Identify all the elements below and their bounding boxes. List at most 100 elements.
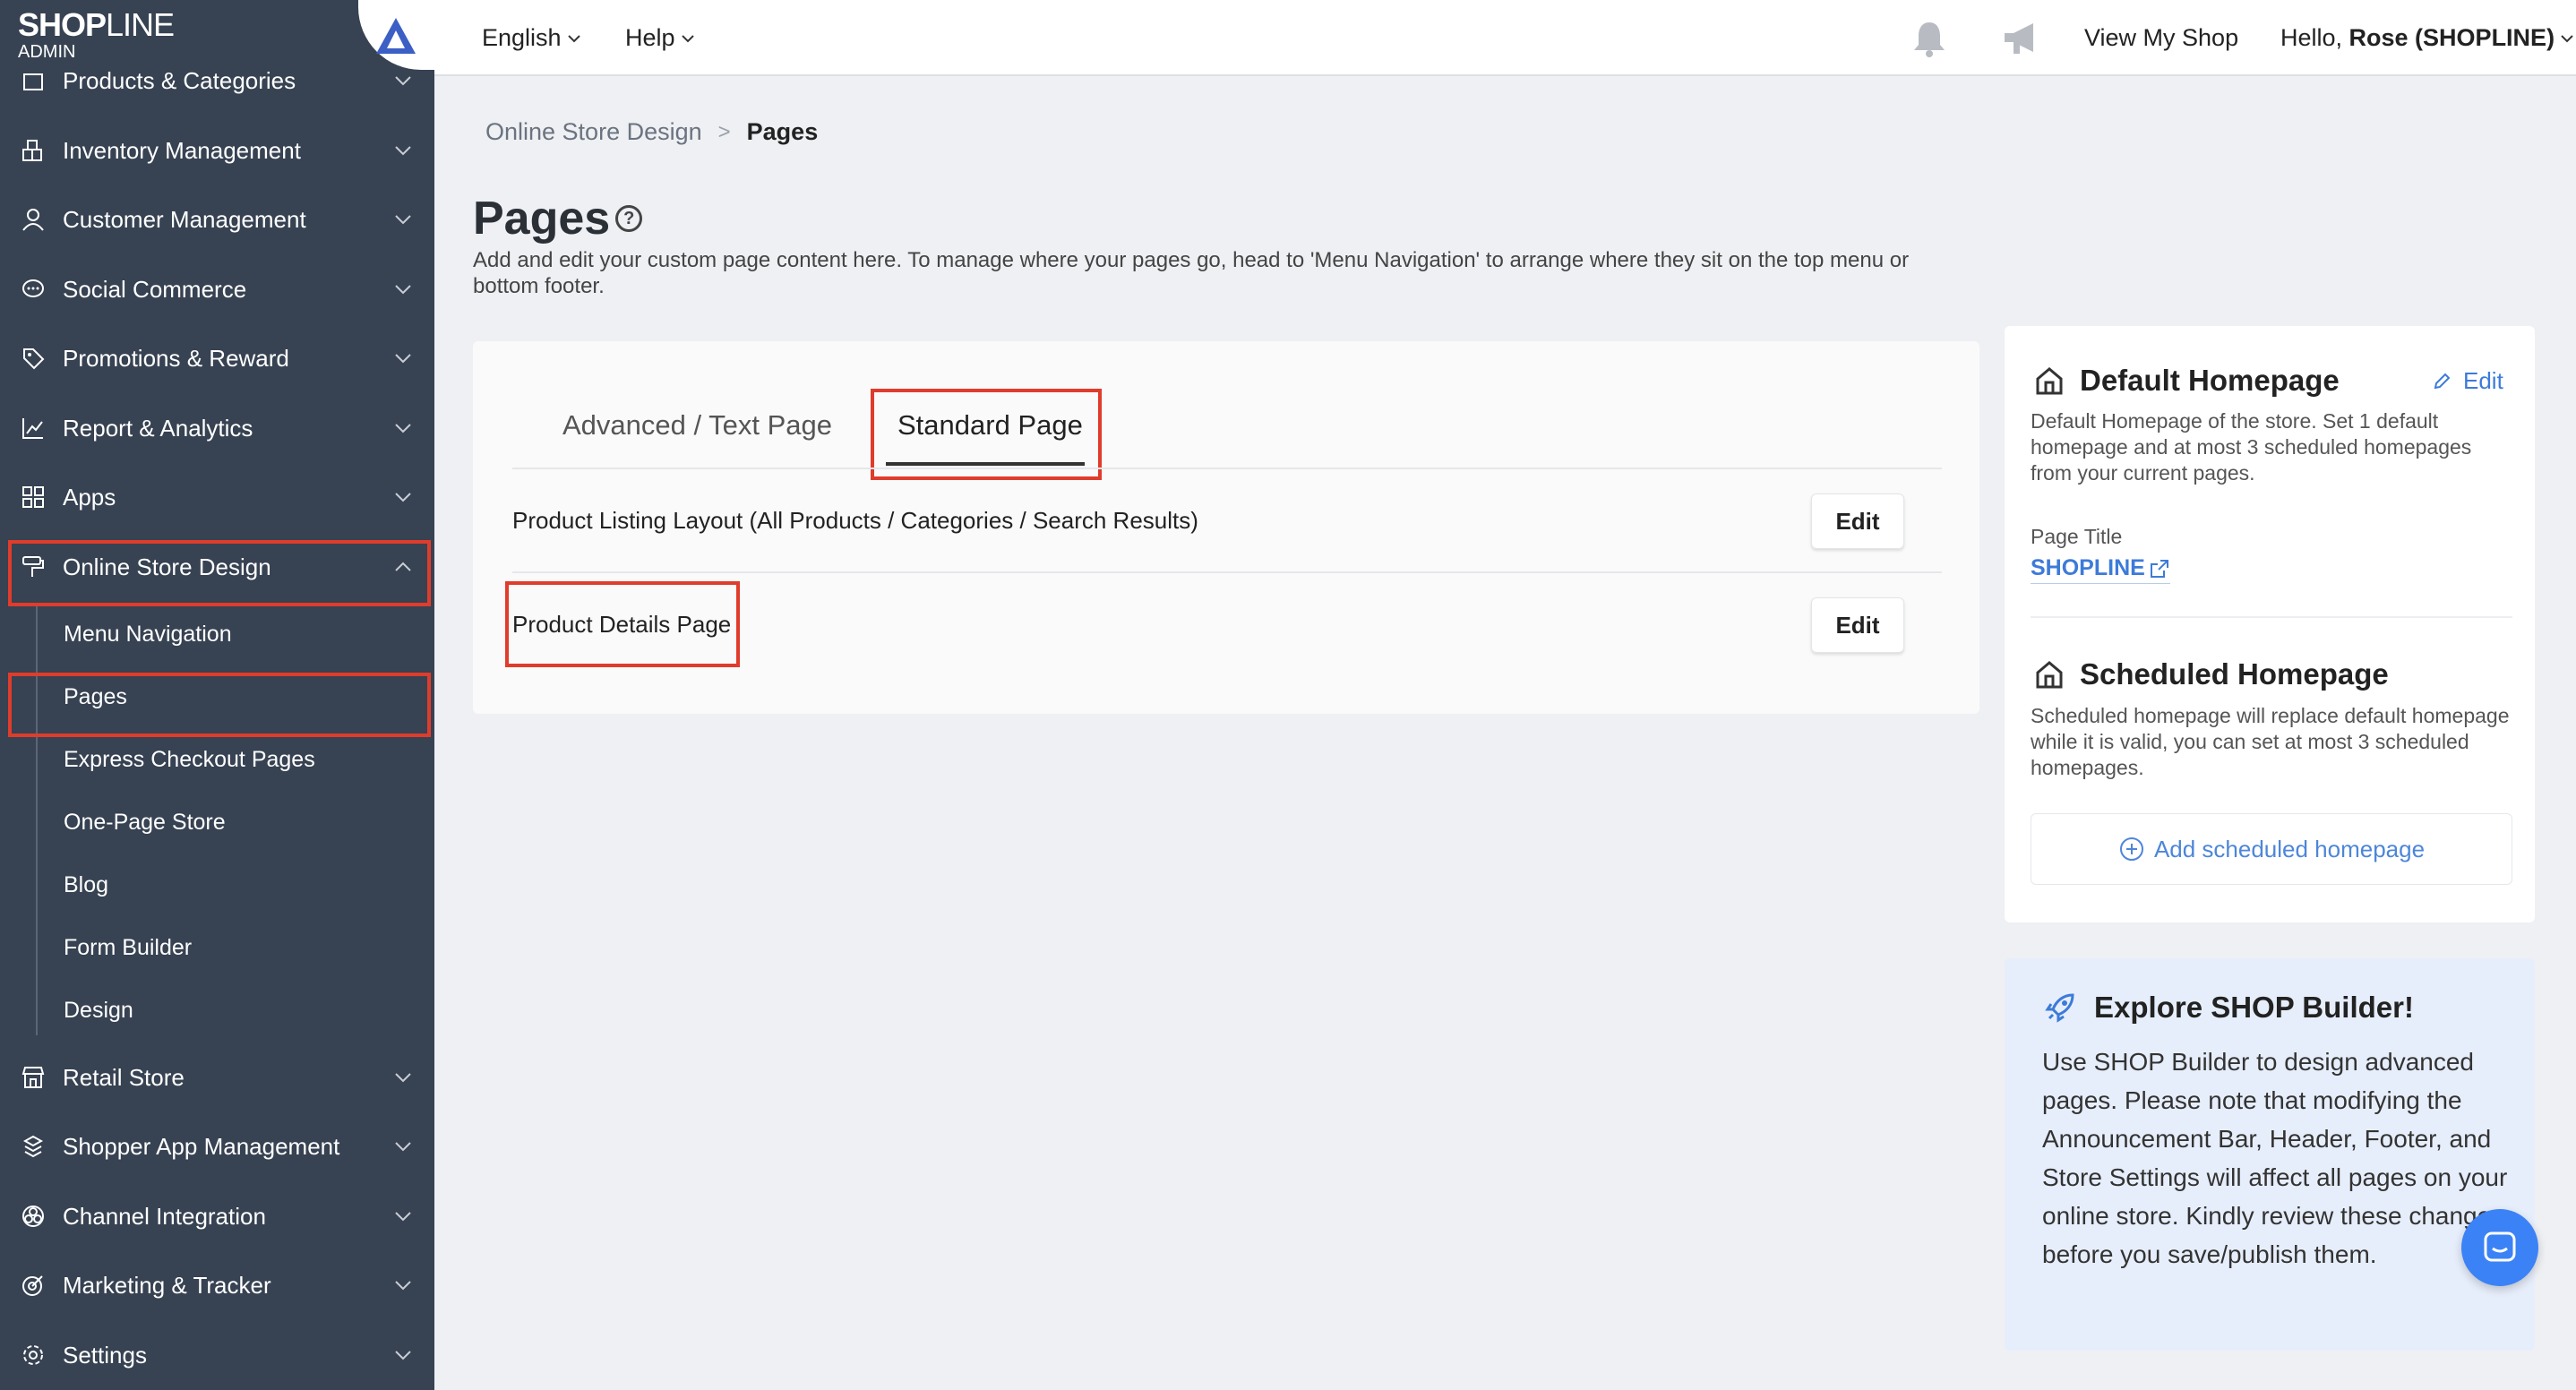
sidebar-item-report-analytics[interactable]: Report & Analytics xyxy=(0,395,434,461)
sidebar-subitem-blog[interactable]: Blog xyxy=(64,858,108,912)
target-icon xyxy=(18,1270,48,1300)
sidebar-subitem-design[interactable]: Design xyxy=(64,983,133,1037)
pencil-icon xyxy=(2434,373,2451,389)
default-homepage-title: Default Homepage xyxy=(2033,364,2340,398)
tab-advanced-text-page[interactable]: Advanced / Text Page xyxy=(562,394,832,457)
chevron-down-icon xyxy=(681,34,694,42)
promo-text: Use SHOP Builder to design advanced page… xyxy=(2042,1048,2508,1268)
default-homepage-title-text: Default Homepage xyxy=(2080,364,2340,397)
sidebar-item-inventory-management[interactable]: Inventory Management xyxy=(0,117,434,184)
language-label: English xyxy=(482,24,562,51)
sidebar-subitem-one-page-store[interactable]: One-Page Store xyxy=(64,795,226,849)
homepage-page-title-value: SHOPLINE xyxy=(2031,555,2145,580)
sidebar-item-label: Promotions & Reward xyxy=(63,344,289,372)
sidebar-item-shopper-app-management[interactable]: Shopper App Management xyxy=(0,1113,434,1180)
megaphone-icon[interactable] xyxy=(1996,0,2042,76)
highlight-online-store-design xyxy=(8,540,431,606)
chevron-down-icon xyxy=(390,214,416,225)
sidebar-item-label: Report & Analytics xyxy=(63,414,253,442)
scheduled-homepage-title-text: Scheduled Homepage xyxy=(2080,657,2389,691)
box-icon xyxy=(18,65,48,96)
gear-icon xyxy=(18,1340,48,1370)
sidebar-item-social-commerce[interactable]: Social Commerce xyxy=(0,256,434,322)
help-label: Help xyxy=(625,24,675,51)
breadcrumb-current: Pages xyxy=(746,118,819,145)
scheduled-homepage-description: Scheduled homepage will replace default … xyxy=(2031,704,2510,779)
sidebar-item-customer-management[interactable]: Customer Management xyxy=(0,186,434,253)
view-my-shop-label: View My Shop xyxy=(2084,24,2239,51)
breadcrumb: Online Store Design > Pages xyxy=(485,118,818,146)
sidebar-item-label: Apps xyxy=(63,483,116,511)
breadcrumb-parent[interactable]: Online Store Design xyxy=(485,118,702,146)
page-title: Pages ? xyxy=(473,192,643,245)
page-title-label: Page Title xyxy=(2031,525,2123,548)
sidebar-item-promotions-reward[interactable]: Promotions & Reward xyxy=(0,325,434,391)
chevron-down-icon xyxy=(390,423,416,433)
homepage-page-title-link[interactable]: SHOPLINE xyxy=(2031,555,2170,584)
sidebar-item-label: Products & Categories xyxy=(63,66,296,94)
add-scheduled-homepage-label: Add scheduled homepage xyxy=(2153,835,2426,862)
chevron-down-icon xyxy=(567,34,580,42)
chart-icon xyxy=(18,413,48,443)
promo-title: Explore SHOP Builder! xyxy=(2042,990,2414,1025)
chevron-down-icon xyxy=(390,284,416,295)
scheduled-homepage-title: Scheduled Homepage xyxy=(2033,657,2389,691)
greeting-label: Hello, xyxy=(2280,24,2349,51)
sidebar-subitem-menu-navigation[interactable]: Menu Navigation xyxy=(64,607,232,661)
submenu-guide-line xyxy=(36,605,38,1035)
add-scheduled-homepage-button[interactable]: Add scheduled homepage xyxy=(2031,813,2512,885)
sidebar-item-retail-store[interactable]: Retail Store xyxy=(0,1044,434,1111)
sidebar-item-apps[interactable]: Apps xyxy=(0,464,434,530)
channel-icon xyxy=(18,1201,48,1231)
breadcrumb-separator: > xyxy=(717,119,731,144)
sidebar-item-label: Marketing & Tracker xyxy=(63,1271,271,1299)
chevron-down-icon xyxy=(2561,34,2573,42)
page-description: Add and edit your custom page content he… xyxy=(473,248,1910,298)
user-menu[interactable]: Hello, Rose (SHOPLINE) xyxy=(2280,0,2574,76)
sidebar: SHOPLINE ADMIN Products & Categories Inv… xyxy=(0,0,434,1390)
warehouse-icon xyxy=(18,135,48,166)
edit-default-homepage-link[interactable]: Edit xyxy=(2433,367,2503,395)
sidebar-item-marketing-tracker[interactable]: Marketing & Tracker xyxy=(0,1252,434,1318)
home-icon xyxy=(2036,661,2063,689)
sidebar-item-label: Inventory Management xyxy=(63,136,301,164)
sidebar-item-products-categories[interactable]: Products & Categories xyxy=(0,47,434,114)
language-selector[interactable]: English xyxy=(482,0,581,76)
user-name: Rose (SHOPLINE) xyxy=(2348,24,2555,51)
view-my-shop-link[interactable]: View My Shop xyxy=(2084,0,2238,76)
top-bar xyxy=(434,0,2576,76)
external-link-icon xyxy=(2150,559,2168,578)
page-row-label: Product Listing Layout (All Products / C… xyxy=(512,507,1198,534)
chat-icon xyxy=(18,274,48,305)
chat-support-button[interactable] xyxy=(2461,1209,2538,1286)
mobile-icon xyxy=(18,1131,48,1162)
sidebar-item-settings[interactable]: Settings xyxy=(0,1322,434,1388)
sidebar-item-channel-integration[interactable]: Channel Integration xyxy=(0,1183,434,1249)
highlight-product-details-page xyxy=(505,581,740,667)
chat-bubble-icon xyxy=(2484,1231,2516,1262)
edit-product-details-button[interactable]: Edit xyxy=(1811,597,1904,653)
highlight-pages xyxy=(8,673,431,737)
page-title-text: Pages xyxy=(473,193,611,245)
sidebar-item-label: Channel Integration xyxy=(63,1202,266,1230)
promo-title-text: Explore SHOP Builder! xyxy=(2094,991,2414,1024)
chevron-down-icon xyxy=(390,1141,416,1152)
chevron-down-icon xyxy=(390,1072,416,1083)
highlight-standard-page-tab xyxy=(871,389,1102,480)
sidebar-subitem-express-checkout-pages[interactable]: Express Checkout Pages xyxy=(64,733,315,786)
rocket-icon xyxy=(2045,993,2074,1023)
apps-icon xyxy=(18,482,48,512)
sidebar-subitem-form-builder[interactable]: Form Builder xyxy=(64,921,192,974)
help-icon[interactable]: ? xyxy=(615,205,643,232)
chevron-down-icon xyxy=(390,75,416,86)
store-icon xyxy=(18,1062,48,1093)
sidebar-item-label: Retail Store xyxy=(63,1063,185,1091)
chevron-down-icon xyxy=(390,145,416,156)
plus-circle-icon xyxy=(2119,837,2143,861)
help-menu[interactable]: Help xyxy=(625,0,695,76)
user-icon xyxy=(18,204,48,235)
edit-product-listing-button[interactable]: Edit xyxy=(1811,493,1904,549)
home-icon xyxy=(2036,367,2063,395)
chevron-down-icon xyxy=(390,1280,416,1291)
bell-icon[interactable] xyxy=(1906,0,1947,76)
